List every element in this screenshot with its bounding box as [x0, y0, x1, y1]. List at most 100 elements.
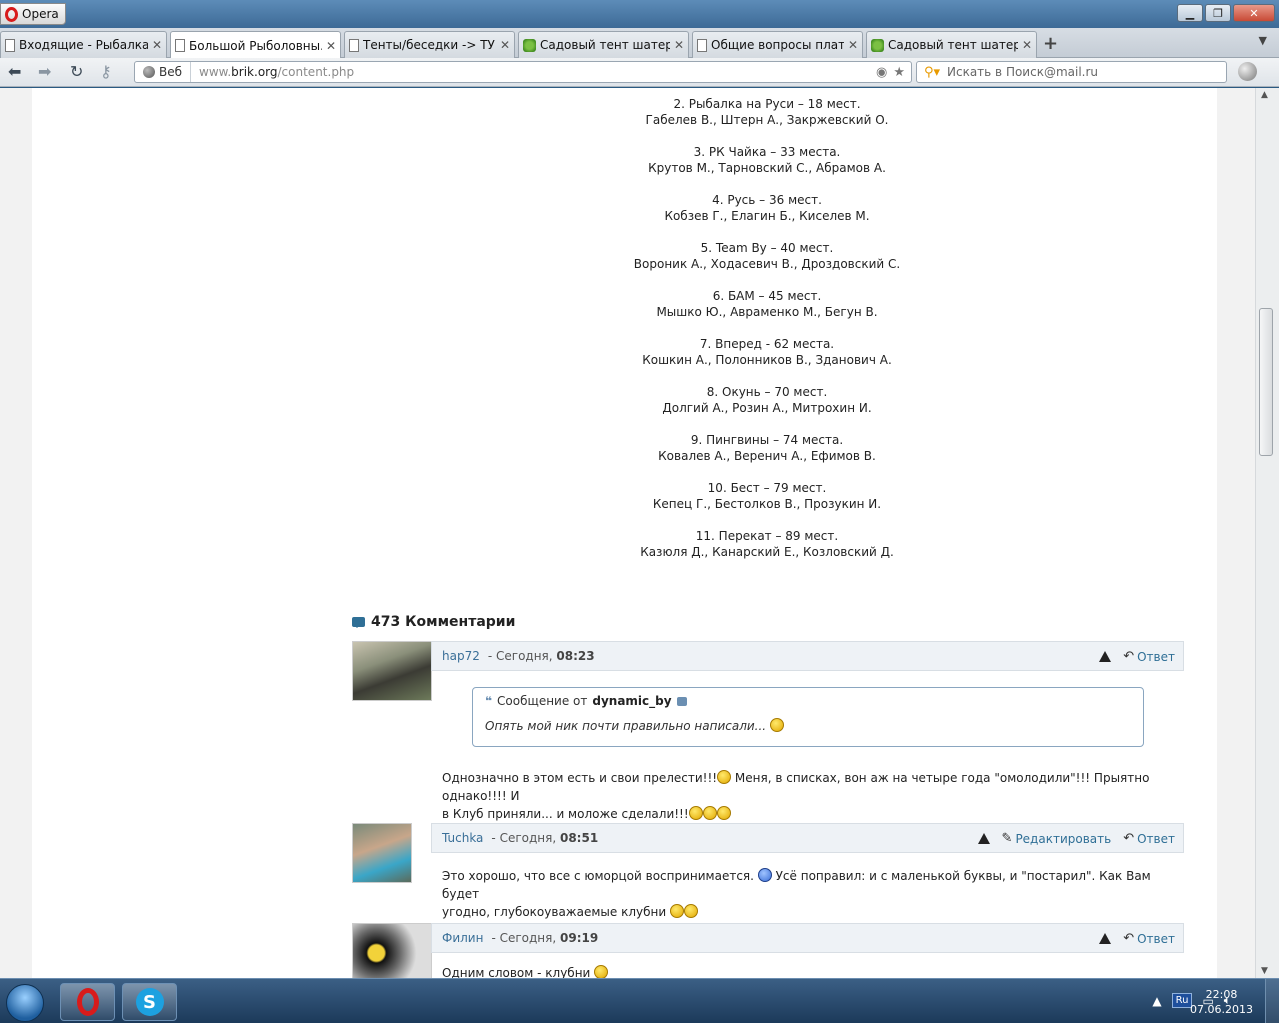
- web-badge[interactable]: Веб: [135, 62, 192, 82]
- tab-garden-tent-2[interactable]: Садовый тент шатер ... ✕: [866, 31, 1037, 58]
- tray-expand-icon[interactable]: ▲: [1152, 994, 1161, 1008]
- rss-icon[interactable]: ◉: [876, 65, 887, 80]
- comment-item: Tuchka - Сегодня, 08:51 ✎ Редактировать ↶…: [352, 823, 1184, 921]
- result-team: 5. Team By – 40 мест.: [700, 241, 834, 255]
- result-members: Долгий А., Розин А., Митрохин И.: [662, 401, 872, 415]
- tab-garden-tent-1[interactable]: Садовый тент шатер ... ✕: [518, 31, 689, 58]
- tab-bar: Входящие - Рыбалка в... ✕ Большой Рыболо…: [0, 28, 1279, 59]
- date-text: - Сегодня,: [487, 649, 557, 663]
- tab-big-fishing[interactable]: Большой Рыболовны... ✕: [170, 31, 341, 59]
- tab-general-questions[interactable]: Общие вопросы плат... ✕: [692, 31, 863, 58]
- comment-author[interactable]: hap72: [442, 649, 480, 663]
- tab-list-chevron-icon[interactable]: ▼: [1259, 34, 1267, 47]
- result-team: 10. Бест – 79 мест.: [707, 481, 827, 495]
- url-field[interactable]: Веб www.brik.org/content.php ◉ ★: [134, 61, 912, 83]
- taskbar-skype-button[interactable]: S: [122, 983, 177, 1021]
- result-team: 11. Перекат – 89 мест.: [695, 529, 839, 543]
- result-team: 7. Вперед - 62 места.: [699, 337, 835, 351]
- close-tab-icon[interactable]: ✕: [500, 38, 510, 52]
- reply-button[interactable]: ↶ Ответ: [1123, 831, 1175, 846]
- scroll-down-icon[interactable]: ▼: [1261, 966, 1268, 976]
- clock[interactable]: 22:08 07.06.2013: [1190, 987, 1253, 1017]
- edit-label: Редактировать: [1015, 831, 1112, 846]
- minimize-button[interactable]: ▁: [1177, 4, 1203, 22]
- vertical-scrollbar[interactable]: ▲ ▼: [1255, 88, 1279, 978]
- opera-link-globe-icon[interactable]: [1238, 62, 1257, 81]
- comment-header: hap72 - Сегодня, 08:23 ↶ Ответ: [431, 641, 1184, 671]
- close-tab-icon[interactable]: ✕: [1022, 38, 1032, 52]
- scroll-thumb[interactable]: [1259, 308, 1273, 456]
- bookmark-star-icon[interactable]: ★: [893, 65, 905, 80]
- date-text: - Сегодня,: [491, 931, 560, 945]
- result-team: 8. Окунь – 70 мест.: [706, 385, 828, 399]
- quote-header: ❝ Сообщение от dynamic_by: [485, 694, 687, 708]
- close-tab-icon[interactable]: ✕: [326, 39, 336, 53]
- comment-body: Однозначно в этом есть и свои прелести!!…: [442, 769, 1182, 823]
- tab-label: Садовый тент шатер ...: [888, 38, 1018, 52]
- smiley-icon: [594, 965, 609, 978]
- reply-button[interactable]: ↶ Ответ: [1123, 931, 1175, 946]
- search-engine-icon[interactable]: ⚲▾: [917, 62, 947, 82]
- new-tab-plus-icon[interactable]: +: [1043, 33, 1058, 54]
- edit-button[interactable]: ✎ Редактировать: [1002, 831, 1112, 846]
- quote-author[interactable]: dynamic_by: [592, 694, 671, 708]
- smiley-icon: [769, 718, 784, 732]
- smiley-icon: [702, 806, 717, 820]
- smiley-icon: [683, 904, 698, 918]
- avatar[interactable]: [352, 641, 432, 701]
- comments-heading: 473 Комментарии: [352, 614, 515, 630]
- site-favicon-icon: [523, 38, 536, 52]
- start-button[interactable]: [6, 984, 44, 1022]
- taskbar-opera-button[interactable]: [60, 983, 115, 1021]
- avatar[interactable]: [352, 823, 412, 883]
- scroll-up-icon[interactable]: ▲: [1261, 90, 1268, 100]
- result-item: 8. Окунь – 70 мест. Долгий А., Розин А., …: [382, 384, 1152, 416]
- view-post-icon[interactable]: [676, 696, 687, 706]
- forward-arrow-icon[interactable]: ➡: [38, 62, 51, 81]
- quote-mark-icon: ❝: [485, 694, 493, 708]
- close-window-button[interactable]: ✕: [1233, 4, 1275, 22]
- result-item: 4. Русь – 36 мест. Кобзев Г., Елагин Б., …: [382, 192, 1152, 224]
- tab-tents[interactable]: Тенты/беседки -> ТУ... ✕: [344, 31, 515, 58]
- reply-label: Ответ: [1137, 831, 1175, 846]
- comment-item: Филин - Сегодня, 09:19 ↶ Ответ Одним слов…: [352, 923, 1184, 978]
- opera-logo-icon: [5, 6, 18, 22]
- date-time: 09:19: [560, 931, 599, 945]
- search-field[interactable]: ⚲▾ Искать в Поиск@mail.ru: [916, 61, 1227, 83]
- comment-body: Одним словом - клубни: [442, 964, 1182, 978]
- page-icon: [175, 39, 185, 52]
- tab-inbox[interactable]: Входящие - Рыбалка в... ✕: [0, 31, 167, 58]
- back-arrow-icon[interactable]: ⬅: [8, 62, 21, 81]
- comment-date: - Сегодня, 08:51: [491, 831, 598, 845]
- report-warning-icon[interactable]: [1099, 933, 1112, 944]
- report-warning-icon[interactable]: [977, 833, 990, 844]
- comment-author[interactable]: Tuchka: [442, 831, 483, 845]
- close-tab-icon[interactable]: ✕: [848, 38, 858, 52]
- show-desktop-button[interactable]: [1265, 979, 1279, 1023]
- reply-button[interactable]: ↶ Ответ: [1123, 649, 1175, 664]
- comment-text: Однозначно в этом есть и свои прелести!!…: [442, 771, 718, 785]
- date-time: 08:23: [556, 649, 595, 663]
- result-members: Мышко Ю., Авраменко М., Бегун В.: [656, 305, 878, 319]
- key-icon[interactable]: ⚷: [100, 62, 112, 81]
- close-tab-icon[interactable]: ✕: [674, 38, 684, 52]
- reload-icon[interactable]: ↻: [70, 62, 83, 81]
- comment-header: Филин - Сегодня, 09:19 ↶ Ответ: [431, 923, 1184, 953]
- close-tab-icon[interactable]: ✕: [152, 38, 162, 52]
- result-members: Казюля Д., Канарский Е., Козловский Д.: [640, 545, 894, 559]
- maximize-button[interactable]: ❐: [1205, 4, 1231, 22]
- comment-author[interactable]: Филин: [442, 931, 483, 945]
- smiley-icon: [716, 806, 731, 820]
- report-warning-icon[interactable]: [1099, 651, 1112, 662]
- url-text[interactable]: www.brik.org/content.php: [191, 65, 876, 79]
- avatar[interactable]: [352, 923, 432, 978]
- tab-label: Тенты/беседки -> ТУ...: [363, 38, 496, 52]
- opera-menu-button[interactable]: Opera: [0, 3, 66, 25]
- tab-label: Большой Рыболовны...: [189, 38, 322, 53]
- smiley-icon: [717, 770, 732, 784]
- thumbs-up-smiley-icon: [757, 868, 772, 882]
- tab-label: Садовый тент шатер ...: [540, 38, 670, 52]
- tab-label: Входящие - Рыбалка в...: [19, 38, 148, 52]
- smiley-icon: [669, 904, 684, 918]
- comment-header: Tuchka - Сегодня, 08:51 ✎ Редактировать ↶…: [431, 823, 1184, 853]
